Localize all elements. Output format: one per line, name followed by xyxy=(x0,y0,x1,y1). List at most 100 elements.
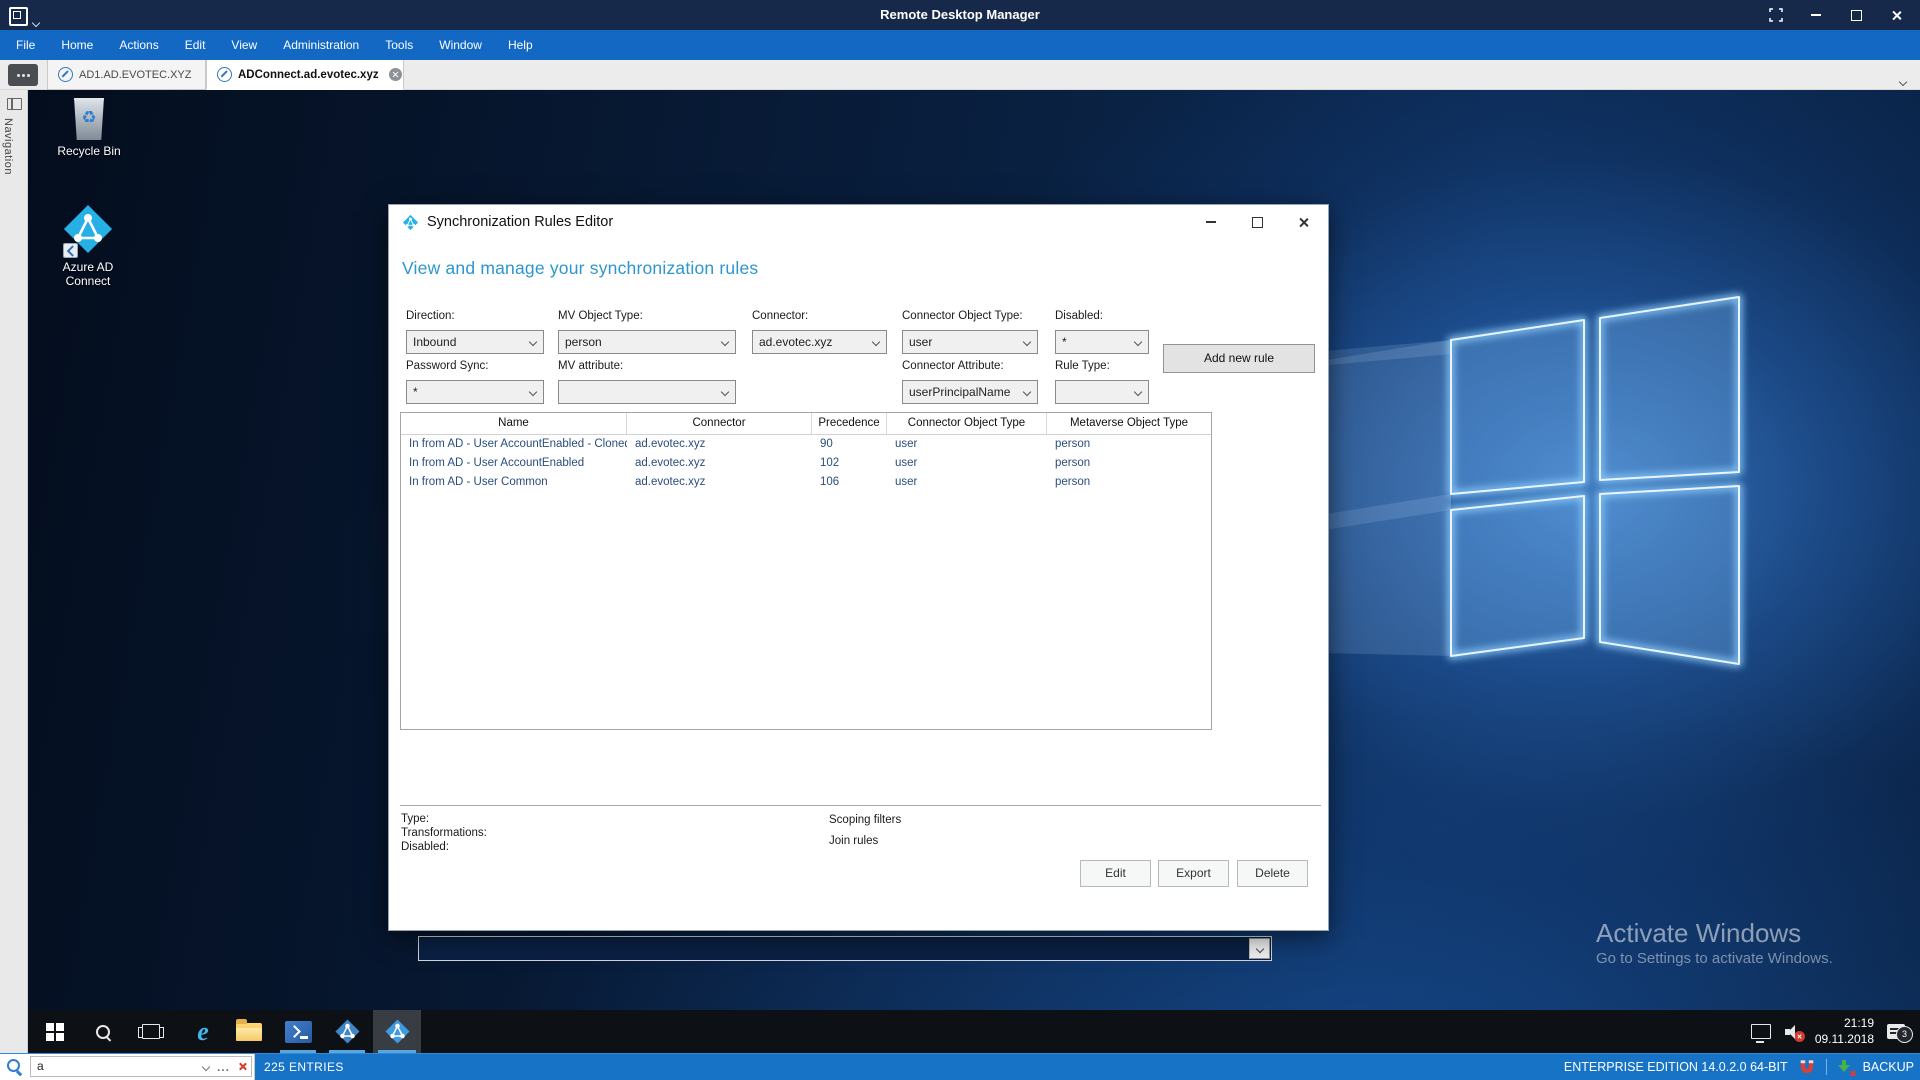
menu-view[interactable]: View xyxy=(218,30,270,60)
network-tray-icon[interactable] xyxy=(1744,1010,1778,1053)
table-cell: ad.evotec.xyz xyxy=(627,454,812,473)
filter-label-connector: Connector: xyxy=(752,310,808,322)
table-cell: In from AD - User AccountEnabled xyxy=(401,454,627,473)
delete-button[interactable]: Delete xyxy=(1237,860,1308,887)
tab-adconnect[interactable]: ADConnect.ad.evotec.xyz xyxy=(206,60,404,90)
status-search-input[interactable]: a ... xyxy=(30,1056,252,1077)
taskbar-internet-explorer[interactable]: e xyxy=(180,1010,226,1053)
dialog-maximize-button[interactable] xyxy=(1242,210,1272,234)
app-title: Remote Desktop Manager xyxy=(0,0,1920,30)
select-password-sync[interactable]: * xyxy=(406,380,544,404)
internet-explorer-icon: e xyxy=(197,1019,209,1045)
menu-tools[interactable]: Tools xyxy=(372,30,426,60)
activate-windows-watermark: Activate Windows Go to Settings to activ… xyxy=(1596,918,1833,970)
backup-label[interactable]: BACKUP xyxy=(1863,1060,1914,1074)
menu-administration[interactable]: Administration xyxy=(270,30,372,60)
table-cell: user xyxy=(887,454,1047,473)
navigation-label: Navigation xyxy=(2,118,14,175)
filter-label-connector-object-type: Connector Object Type: xyxy=(902,310,1023,322)
recycle-bin-icon: ♻ xyxy=(72,98,106,140)
minimize-button[interactable] xyxy=(1796,0,1836,30)
select-connector[interactable]: ad.evotec.xyz xyxy=(752,330,887,354)
taskbar-clock[interactable]: 21:19 09.11.2018 xyxy=(1815,1015,1874,1047)
table-header[interactable]: Name Connector Precedence Connector Obje… xyxy=(401,413,1211,435)
screen: Remote Desktop Manager File Home Actions… xyxy=(0,0,1920,1080)
table-cell: person xyxy=(1047,435,1211,454)
sync-rules-editor-icon xyxy=(402,214,419,231)
menu-window[interactable]: Window xyxy=(426,30,495,60)
column-header-metaverse-object-type[interactable]: Metaverse Object Type xyxy=(1047,413,1211,434)
task-view-icon xyxy=(142,1024,160,1039)
menu-home[interactable]: Home xyxy=(48,30,106,60)
dialog-minimize-button[interactable] xyxy=(1196,210,1226,234)
select-rule-type[interactable] xyxy=(1055,380,1149,404)
mute-badge-icon xyxy=(1794,1031,1805,1042)
start-button[interactable] xyxy=(32,1010,78,1053)
table-row[interactable]: In from AD - User AccountEnabled ad.evot… xyxy=(401,454,1211,473)
table-cell: In from AD - User AccountEnabled - Clone… xyxy=(401,435,627,454)
desktop-icon-azure-ad-connect[interactable]: Azure AD Connect xyxy=(40,202,136,288)
table-row[interactable]: In from AD - User AccountEnabled - Clone… xyxy=(401,435,1211,454)
fullscreen-button[interactable] xyxy=(1756,0,1796,30)
add-new-rule-button[interactable]: Add new rule xyxy=(1163,344,1315,373)
dialog-heading: View and manage your synchronization rul… xyxy=(402,258,758,279)
select-mv-object-type[interactable]: person xyxy=(558,330,736,354)
dialog-close-button[interactable] xyxy=(1288,210,1318,234)
filter-label-password-sync: Password Sync: xyxy=(406,360,488,372)
taskbar-search-button[interactable] xyxy=(80,1010,126,1053)
magnet-icon[interactable] xyxy=(1798,1058,1816,1076)
select-connector-attribute[interactable]: userPrincipalName xyxy=(902,380,1038,404)
edit-button[interactable]: Edit xyxy=(1080,860,1151,887)
combo-dropdown-icon[interactable] xyxy=(1249,938,1270,959)
shortcut-arrow-icon xyxy=(63,243,78,258)
dialog-window-controls xyxy=(1196,210,1318,234)
select-mv-attribute[interactable] xyxy=(558,380,736,404)
search-clear-icon[interactable] xyxy=(238,1062,247,1071)
powershell-icon xyxy=(285,1021,312,1043)
taskbar-powershell[interactable] xyxy=(275,1010,321,1053)
detail-label-transformations: Transformations: xyxy=(401,826,487,840)
search-dropdown-icon[interactable] xyxy=(202,1062,210,1070)
taskbar-azure-ad-connect-1[interactable] xyxy=(324,1010,370,1053)
background-window-combobox[interactable] xyxy=(418,936,1272,961)
tab-close-icon[interactable] xyxy=(389,68,402,81)
volume-muted-tray-icon[interactable] xyxy=(1776,1010,1810,1053)
filter-label-mv-object-type: MV Object Type: xyxy=(558,310,643,322)
export-button[interactable]: Export xyxy=(1158,860,1229,887)
tab-label: ADConnect.ad.evotec.xyz xyxy=(238,69,379,81)
select-disabled[interactable]: * xyxy=(1055,330,1149,354)
status-search-area: a ... xyxy=(0,1054,255,1080)
rules-table[interactable]: Name Connector Precedence Connector Obje… xyxy=(400,412,1212,730)
table-cell: 102 xyxy=(812,454,887,473)
icon-label: Recycle Bin xyxy=(57,144,120,158)
maximize-button[interactable] xyxy=(1836,0,1876,30)
tab-ad1[interactable]: AD1.AD.EVOTEC.XYZ xyxy=(47,60,206,90)
menu-help[interactable]: Help xyxy=(495,30,546,60)
close-button[interactable] xyxy=(1876,0,1916,30)
edition-label: ENTERPRISE EDITION 14.0.2.0 64-BIT xyxy=(1564,1060,1788,1074)
column-header-connector[interactable]: Connector xyxy=(627,413,812,434)
window-controls xyxy=(1756,0,1916,30)
azure-ad-connect-icon xyxy=(61,202,115,256)
table-row[interactable]: In from AD - User Common ad.evotec.xyz 1… xyxy=(401,473,1211,492)
column-header-precedence[interactable]: Precedence xyxy=(812,413,887,434)
column-header-name[interactable]: Name xyxy=(401,413,627,434)
taskbar-azure-ad-connect-2[interactable] xyxy=(373,1010,421,1053)
navigation-sidebar[interactable]: Navigation xyxy=(0,90,28,1053)
menu-actions[interactable]: Actions xyxy=(106,30,171,60)
action-center-button[interactable]: 3 xyxy=(1876,1010,1916,1053)
menu-edit[interactable]: Edit xyxy=(172,30,219,60)
fullscreen-icon xyxy=(1769,8,1783,22)
dialog-titlebar[interactable]: Synchronization Rules Editor xyxy=(389,205,1328,239)
tab-list-caret-icon[interactable] xyxy=(1900,72,1906,90)
task-view-button[interactable] xyxy=(128,1010,174,1053)
select-connector-object-type[interactable]: user xyxy=(902,330,1038,354)
search-options-icon[interactable]: ... xyxy=(217,1063,230,1071)
column-header-connector-object-type[interactable]: Connector Object Type xyxy=(887,413,1047,434)
taskbar-file-explorer[interactable] xyxy=(226,1010,272,1053)
backup-status-icon[interactable] xyxy=(1837,1060,1853,1075)
navigation-toggle-button[interactable] xyxy=(8,64,38,86)
desktop-icon-recycle-bin[interactable]: ♻ Recycle Bin xyxy=(42,98,136,158)
select-direction[interactable]: Inbound xyxy=(406,330,544,354)
menu-file[interactable]: File xyxy=(3,30,48,60)
